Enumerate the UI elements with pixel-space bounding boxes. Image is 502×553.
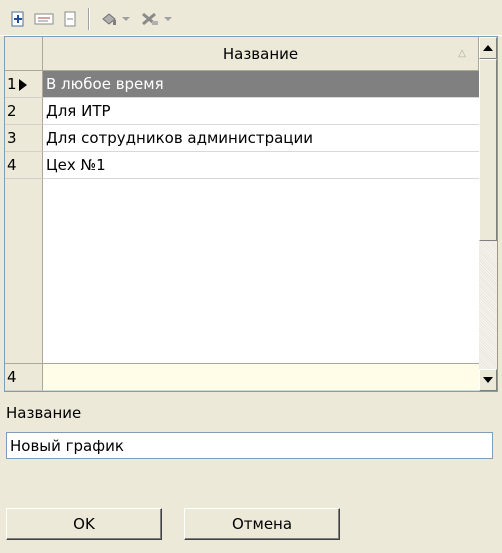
scroll-up-button[interactable] [479, 37, 497, 59]
row-cell-name[interactable]: Для сотрудников администрации [43, 125, 479, 152]
column-header-name[interactable]: Название △ [43, 37, 479, 71]
name-input[interactable] [6, 432, 493, 459]
row-number: 4 [7, 368, 17, 386]
table-row[interactable]: 2 Для ИТР [5, 98, 479, 125]
new-row-cell[interactable] [43, 363, 479, 391]
sort-ascending-icon: △ [458, 48, 466, 59]
row-number: 4 [7, 156, 17, 174]
row-indicator[interactable]: 4 [5, 152, 43, 179]
current-row-arrow-icon [19, 79, 27, 91]
row-cell-name[interactable]: В любое время [43, 71, 479, 98]
table-row[interactable]: 4 Цех №1 [5, 152, 479, 179]
row-cell-name[interactable]: Для ИТР [43, 98, 479, 125]
table-row[interactable]: 1 В любое время [5, 71, 479, 98]
chevron-down-icon [164, 17, 172, 21]
spellcheck-icon[interactable] [33, 9, 55, 29]
header-corner [5, 37, 43, 71]
cancel-button[interactable]: Отмена [184, 508, 340, 540]
vertical-scrollbar[interactable] [479, 37, 497, 391]
row-number: 3 [7, 129, 17, 147]
records-grid: Название △ 1 В любое время 2 Для ИТР 3 Д… [4, 36, 498, 392]
ok-button[interactable]: OK [6, 508, 162, 540]
row-indicator[interactable]: 2 [5, 98, 43, 125]
delete-icon[interactable] [138, 9, 174, 29]
chevron-down-icon [122, 17, 130, 21]
arrow-down-icon [483, 377, 493, 383]
paint-icon[interactable] [98, 9, 132, 29]
row-indicator[interactable]: 4 [5, 363, 43, 391]
grid-header: Название △ [5, 37, 479, 71]
row-indicator[interactable]: 3 [5, 125, 43, 152]
document-icon[interactable] [60, 9, 80, 29]
new-record-row[interactable]: 4 [5, 363, 479, 391]
row-indicator[interactable]: 1 [5, 71, 43, 98]
empty-indicator-column [5, 179, 43, 363]
scroll-down-button[interactable] [479, 369, 497, 391]
scroll-thumb[interactable] [479, 59, 497, 241]
arrow-up-icon [483, 45, 493, 51]
column-header-label: Название [222, 44, 299, 63]
row-number: 2 [7, 102, 17, 120]
table-row[interactable]: 3 Для сотрудников администрации [5, 125, 479, 152]
row-number: 1 [7, 75, 17, 93]
row-cell-name[interactable]: Цех №1 [43, 152, 479, 179]
toolbar [0, 0, 502, 36]
name-label: Название [6, 404, 82, 422]
add-record-icon[interactable] [8, 9, 28, 29]
toolbar-separator [88, 8, 90, 30]
